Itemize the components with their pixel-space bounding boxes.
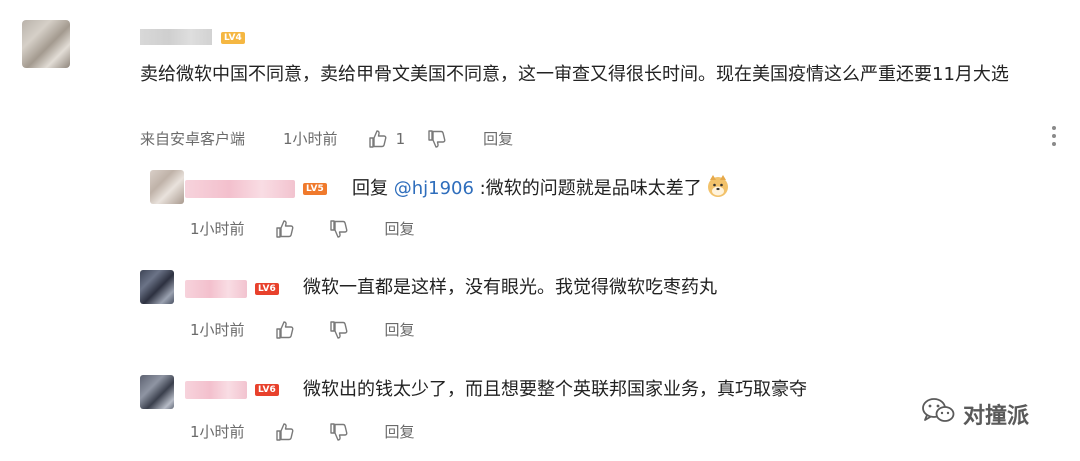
reply-meta: 1小时前 回复 [190, 319, 415, 340]
thumbs-up-icon [275, 320, 295, 340]
level-badge: LV4 [221, 32, 245, 44]
thumbs-down-icon [329, 320, 349, 340]
reply-time: 1小时前 [190, 220, 245, 238]
level-badge: LV5 [303, 183, 327, 195]
reply-time: 1小时前 [190, 423, 245, 441]
reply-prefix: 回复 [352, 178, 394, 199]
reply-button[interactable]: 回复 [483, 128, 513, 149]
dislike-button[interactable] [329, 422, 349, 442]
dislike-button[interactable] [329, 320, 349, 340]
like-button[interactable] [275, 219, 295, 239]
thumbs-down-icon [427, 129, 447, 149]
thumbs-up-icon [275, 422, 295, 442]
reply-body: :微软的问题就是品味太差了 [473, 178, 702, 199]
comment-source: 来自安卓客户端 [140, 130, 246, 148]
thumbs-up-icon [275, 219, 295, 239]
reply-text: 微软一直都是这样，没有眼光。我觉得微软吃枣药丸 [303, 277, 717, 298]
reply-button[interactable]: 回复 [385, 319, 415, 340]
level-badge: LV6 [255, 384, 279, 396]
more-options-icon[interactable] [1050, 126, 1058, 150]
comment-section: LV4 卖给微软中国不同意，卖给甲骨文美国不同意，这一审查又得很长时间。现在美国… [0, 0, 1080, 461]
like-button[interactable]: 1 [368, 129, 406, 149]
thumbs-down-icon [329, 219, 349, 239]
avatar[interactable] [22, 20, 70, 68]
comment-meta: 来自安卓客户端 1小时前 1 回复 [140, 128, 513, 149]
reply-button[interactable]: 回复 [385, 218, 415, 239]
watermark-text: 对撞派 [963, 404, 1030, 429]
comment-text: 卖给微软中国不同意，卖给甲骨文美国不同意，这一审查又得很长时间。现在美国疫情这么… [140, 64, 1009, 85]
like-button[interactable] [275, 422, 295, 442]
reply-time: 1小时前 [190, 321, 245, 339]
like-count: 1 [395, 129, 406, 148]
dislike-button[interactable] [427, 129, 447, 149]
reply-text: 微软出的钱太少了，而且想要整个英联邦国家业务，真巧取豪夺 [303, 379, 807, 400]
avatar[interactable] [140, 270, 174, 304]
doge-emoji-icon [706, 174, 730, 198]
avatar[interactable] [150, 170, 184, 204]
comment-time: 1小时前 [283, 130, 338, 148]
thumbs-up-icon [368, 129, 388, 149]
dislike-button[interactable] [329, 219, 349, 239]
reply-meta: 1小时前 回复 [190, 218, 415, 239]
reply-text: 回复 @hj1906 :微软的问题就是品味太差了 [352, 174, 730, 201]
watermark: 对撞派 [921, 397, 1029, 431]
username-blurred[interactable] [185, 180, 295, 198]
username-blurred[interactable] [140, 29, 212, 45]
thumbs-down-icon [329, 422, 349, 442]
avatar[interactable] [140, 375, 174, 409]
wechat-icon [921, 397, 955, 431]
reply-button[interactable]: 回复 [385, 421, 415, 442]
like-button[interactable] [275, 320, 295, 340]
username-blurred[interactable] [185, 280, 247, 298]
mention-link[interactable]: @hj1906 [394, 178, 474, 199]
username-blurred[interactable] [185, 381, 247, 399]
level-badge: LV6 [255, 283, 279, 295]
reply-meta: 1小时前 回复 [190, 421, 415, 442]
